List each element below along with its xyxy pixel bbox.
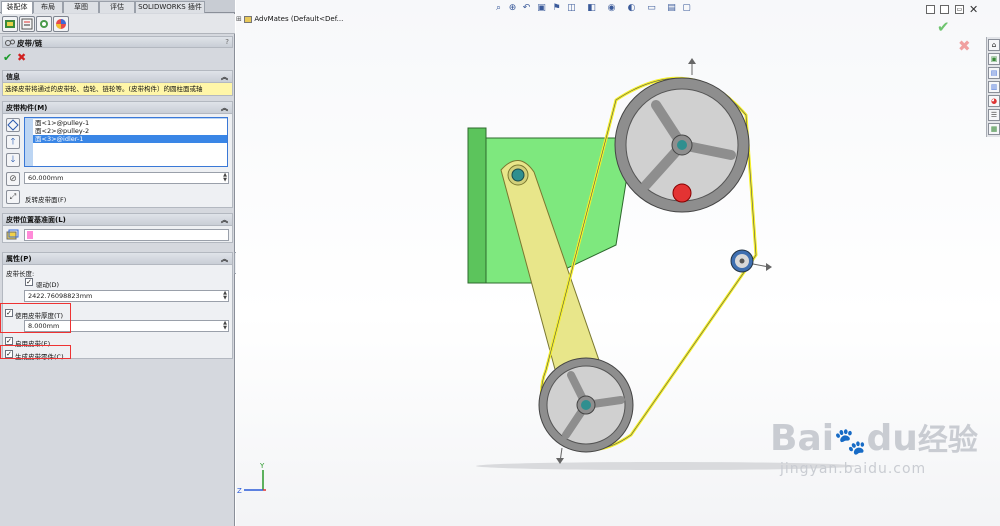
list-item[interactable]: 面<2>@pulley-2 (33, 127, 227, 135)
pivot-pin (511, 168, 525, 182)
pm-title: 皮带/链 (17, 39, 43, 48)
svg-text:Z: Z (237, 487, 242, 495)
list-item[interactable]: 面<1>@pulley-1 (33, 119, 227, 127)
highlight-box (0, 303, 71, 333)
design-library-icon[interactable]: ▣ (988, 53, 1000, 65)
info-message: 选择皮带将通过的皮带轮、齿轮、链轮等。(皮带构件）的圆柱面或轴 (3, 83, 232, 95)
watermark-text: 经验 (917, 423, 978, 458)
info-section: 信息 ︽ 选择皮带将通过的皮带轮、齿轮、链轮等。(皮带构件）的圆柱面或轴 (2, 70, 233, 96)
members-header-label: 皮带构件(M) (6, 104, 48, 112)
crank-pin (672, 183, 692, 203)
resources-icon[interactable]: ▦ (988, 123, 1000, 135)
tab-addins[interactable]: SOLIDWORKS 插件 (135, 1, 205, 13)
cancel-button[interactable]: ✖ (17, 51, 26, 64)
tab-layout[interactable]: 布局 (33, 1, 63, 13)
watermark-url: jingyan.baidu.com (780, 461, 927, 477)
belt-length-label: 皮带长度: (6, 270, 35, 278)
display-manager-icon[interactable] (53, 16, 69, 32)
collapse-icon[interactable]: ︽ (221, 102, 228, 114)
flip-icon[interactable]: ⤢ (6, 190, 20, 204)
pm-title-bar: 皮带/链 ? (2, 36, 233, 48)
flip-belt-label[interactable]: 反转皮带面(F) (25, 194, 66, 204)
svg-text:Y: Y (259, 462, 265, 470)
collapse-icon[interactable]: ︽ (221, 71, 228, 83)
spinner-icon[interactable]: ▲ ▼ (223, 321, 227, 331)
task-pane-tabs: ⌂ ▣ ▤ ▥ ◕ ☰ ▦ (986, 37, 1000, 137)
plane-header[interactable]: 皮带位置基准面(L) ︽ (3, 214, 232, 226)
driving-checkbox[interactable]: ✓ (25, 278, 33, 286)
diameter-icon: ⊘ (6, 172, 20, 186)
pulley-1-shaft (677, 140, 687, 150)
command-tabs: 装配体 布局 草图 评估 SOLIDWORKS 插件 (0, 0, 235, 14)
spinner-icon[interactable]: ▲ ▼ (223, 291, 227, 301)
home-icon[interactable]: ⌂ (988, 39, 1000, 51)
plane-icon (6, 229, 19, 241)
plane-header-label: 皮带位置基准面(L) (6, 216, 66, 224)
properties-header-label: 属性(P) (6, 255, 32, 263)
pitch-diameter-value: 60.000mm (28, 174, 64, 182)
view-palette-icon[interactable]: ▥ (988, 81, 1000, 93)
info-header[interactable]: 信息 ︽ (3, 71, 232, 83)
plane-selection-input[interactable] (24, 229, 229, 241)
properties-header[interactable]: 属性(P) ︽ (3, 253, 232, 265)
belt-icon (5, 38, 15, 49)
belt-plane-section: 皮带位置基准面(L) ︽ (2, 213, 233, 243)
pitch-diameter-input[interactable]: 60.000mm ▲ ▼ (24, 172, 229, 184)
tab-sketch[interactable]: 草图 (63, 1, 99, 13)
collapse-icon[interactable]: ︽ (221, 253, 228, 265)
bracket-side (467, 127, 487, 284)
belt-length-value: 2422.76098823mm (28, 292, 93, 300)
manager-icon-bar (0, 14, 235, 34)
watermark: Bai🐾du经验 jingyan.baidu.com (770, 418, 978, 478)
info-header-label: 信息 (6, 73, 20, 81)
ok-button[interactable]: ✔ (3, 51, 12, 64)
paw-icon: 🐾 (834, 427, 867, 457)
driving-label: 驱动(D) (36, 281, 60, 289)
move-up-button[interactable]: 🡑 (6, 135, 20, 149)
help-icon[interactable]: ? (225, 38, 229, 46)
spinner-icon[interactable]: ▲ ▼ (223, 173, 227, 183)
members-list[interactable]: 面<1>@pulley-1 面<2>@pulley-2 面<3>@idler-1 (24, 117, 228, 167)
tab-evaluate[interactable]: 评估 (99, 1, 135, 13)
tab-assembly[interactable]: 装配体 (1, 1, 33, 14)
appearances-icon[interactable]: ◕ (988, 95, 1000, 107)
watermark-text: du (866, 418, 918, 459)
belt-length-input[interactable]: 2422.76098823mm ▲ ▼ (24, 290, 229, 302)
belt-members-section: 皮带构件(M) ︽ 🡑 🡓 面<1>@pulley-1 面<2>@pulley-2… (2, 101, 233, 208)
idler-1-hub (739, 258, 745, 264)
property-manager-icon[interactable] (19, 16, 35, 32)
custom-properties-icon[interactable]: ☰ (988, 109, 1000, 121)
collapse-icon[interactable]: ︽ (221, 214, 228, 226)
watermark-text: Bai (770, 418, 835, 459)
property-manager-panel: 装配体 布局 草图 评估 SOLIDWORKS 插件 皮带/链 ? ✔ ✖ 信息… (0, 0, 240, 526)
move-down-button[interactable]: 🡓 (6, 153, 20, 167)
members-header[interactable]: 皮带构件(M) ︽ (3, 102, 232, 114)
feature-manager-icon[interactable] (2, 16, 18, 32)
file-explorer-icon[interactable]: ▤ (988, 67, 1000, 79)
config-manager-icon[interactable] (36, 16, 52, 32)
selection-icon[interactable] (6, 118, 20, 132)
list-item-selected[interactable]: 面<3>@idler-1 (33, 135, 227, 143)
engage-belt-checkbox[interactable]: ✓ (5, 337, 13, 345)
pulley-2-shaft (581, 400, 591, 410)
highlight-box (0, 345, 71, 359)
